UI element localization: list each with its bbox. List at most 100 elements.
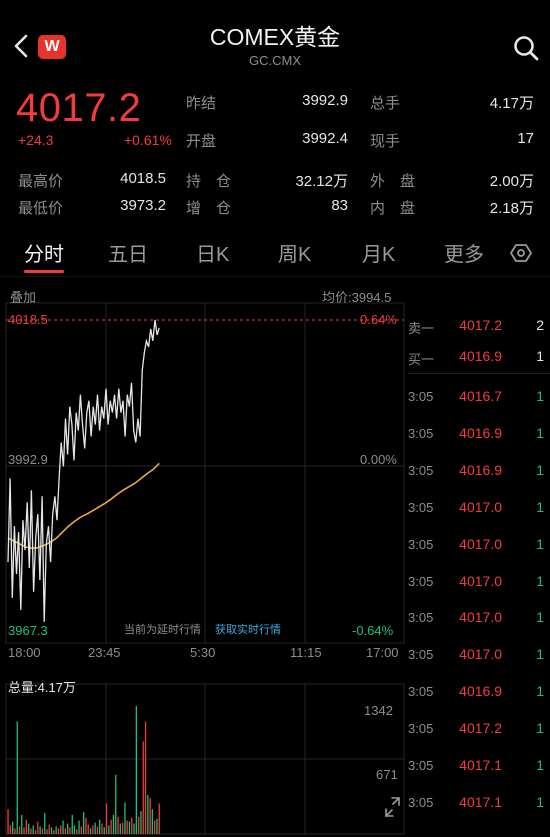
chart-high-label: 4018.5 bbox=[8, 312, 48, 327]
tab-weekly-k[interactable]: 周K bbox=[278, 238, 311, 267]
volume-bar bbox=[25, 819, 27, 834]
tab-more[interactable]: 更多 bbox=[444, 238, 484, 267]
volume-bar bbox=[87, 824, 89, 834]
stat-label-open-interest: 持 仓 bbox=[186, 173, 232, 190]
bid-qty: 1 bbox=[536, 348, 544, 364]
volume-bar bbox=[126, 820, 128, 834]
volume-bar bbox=[83, 812, 85, 834]
trade-qty: 1 bbox=[536, 425, 544, 441]
volume-bar bbox=[142, 741, 144, 834]
stat-label-high: 最高价 bbox=[18, 173, 64, 190]
volume-bar bbox=[135, 706, 137, 834]
stat-label-open: 开盘 bbox=[186, 133, 217, 150]
settings-hexagon-icon[interactable] bbox=[510, 242, 532, 264]
volume-bar bbox=[64, 828, 66, 834]
price-change-percent: +0.61% bbox=[124, 132, 172, 148]
trade-qty: 1 bbox=[536, 609, 544, 625]
price-line-path bbox=[7, 319, 160, 622]
realtime-quote-link[interactable]: 获取实时行情 bbox=[215, 621, 281, 637]
time-tick-2: 23:45 bbox=[88, 645, 121, 660]
stat-value-inner: 2.18万 bbox=[489, 200, 534, 217]
volume-bar bbox=[124, 802, 126, 834]
trade-price: 4016.7 bbox=[459, 388, 502, 404]
volume-bar bbox=[119, 823, 121, 834]
page-title: COMEX黄金 bbox=[209, 24, 341, 50]
trade-qty: 1 bbox=[536, 499, 544, 515]
volume-bar bbox=[156, 818, 158, 834]
chart-high-pct: 0.64% bbox=[360, 312, 397, 327]
price-grid bbox=[5, 302, 405, 835]
stat-label-prev-settle: 昨结 bbox=[186, 95, 217, 112]
bid-label: 买一 bbox=[408, 352, 435, 367]
tab-monthly-k[interactable]: 月K bbox=[362, 238, 395, 267]
stat-value-high: 4018.5 bbox=[120, 170, 166, 187]
stat-label-inner: 内 盘 bbox=[370, 200, 416, 217]
volume-bar bbox=[101, 823, 103, 834]
volume-bar bbox=[60, 825, 62, 834]
tab-five-day[interactable]: 五日 bbox=[108, 238, 148, 267]
trade-time: 3:05 bbox=[408, 795, 434, 810]
trade-price: 4017.0 bbox=[459, 646, 502, 662]
stat-label-outer: 外 盘 bbox=[370, 173, 416, 190]
last-price: 4017.2 bbox=[16, 86, 142, 130]
volume-bar bbox=[67, 823, 69, 834]
trade-qty: 1 bbox=[536, 388, 544, 404]
volume-bar bbox=[37, 821, 39, 834]
delay-notice: 当前为延时行情 bbox=[124, 624, 201, 636]
stat-value-prev-settle: 3992.9 bbox=[302, 92, 348, 109]
volume-bar bbox=[76, 829, 78, 834]
tab-daily-k[interactable]: 日K bbox=[196, 238, 229, 267]
ask-label: 卖一 bbox=[408, 321, 435, 336]
volume-bar bbox=[133, 823, 135, 834]
price-line bbox=[7, 319, 160, 622]
chart-low-label: 3967.3 bbox=[8, 623, 48, 638]
trade-qty: 1 bbox=[536, 462, 544, 478]
trade-time: 3:05 bbox=[408, 463, 434, 478]
volume-bar bbox=[30, 828, 32, 834]
trade-price: 4016.9 bbox=[459, 425, 502, 441]
time-tick-5: 17:00 bbox=[366, 645, 399, 660]
stat-value-total-volume: 4.17万 bbox=[489, 95, 534, 112]
expand-icon[interactable] bbox=[385, 797, 400, 817]
trade-time: 3:05 bbox=[408, 500, 434, 515]
volume-bar bbox=[12, 821, 14, 834]
volume-max-label: 1342 bbox=[364, 703, 393, 718]
volume-bar bbox=[112, 814, 115, 834]
trade-price: 4017.2 bbox=[459, 720, 502, 736]
stat-value-open-interest: 32.12万 bbox=[295, 173, 348, 190]
volume-bar bbox=[128, 821, 131, 834]
price-change: +24.3 bbox=[18, 132, 54, 148]
volume-bar bbox=[41, 828, 44, 834]
stat-label-oi-change: 增 仓 bbox=[186, 200, 232, 217]
trade-time: 3:05 bbox=[408, 389, 434, 404]
trade-qty: 1 bbox=[536, 683, 544, 699]
volume-bar bbox=[44, 813, 46, 834]
trade-time: 3:05 bbox=[408, 758, 434, 773]
volume-bar bbox=[96, 826, 99, 834]
search-icon[interactable] bbox=[512, 34, 540, 62]
overlay-button[interactable]: 叠加 bbox=[10, 287, 36, 306]
volume-bar bbox=[16, 721, 18, 834]
stat-label-current-volume: 现手 bbox=[370, 133, 401, 150]
volume-bar bbox=[28, 823, 30, 834]
volume-bar bbox=[21, 814, 23, 834]
trade-price: 4016.9 bbox=[459, 462, 502, 478]
volume-bar bbox=[117, 816, 119, 834]
tab-intraday[interactable]: 分时 bbox=[24, 238, 64, 267]
trade-time: 3:05 bbox=[408, 721, 434, 736]
trade-price: 4017.0 bbox=[459, 499, 502, 515]
trade-qty: 1 bbox=[536, 720, 544, 736]
trade-qty: 1 bbox=[536, 573, 544, 589]
stat-label-total-volume: 总手 bbox=[370, 95, 401, 112]
volume-bars bbox=[7, 706, 160, 834]
trade-price: 4017.0 bbox=[459, 609, 502, 625]
volume-bar bbox=[78, 820, 80, 834]
volume-bar bbox=[99, 819, 101, 834]
trade-time: 3:05 bbox=[408, 537, 434, 552]
volume-bar bbox=[57, 828, 60, 834]
trade-qty: 1 bbox=[536, 646, 544, 662]
volume-bar bbox=[50, 827, 53, 834]
symbol-code: GC.CMX bbox=[249, 53, 301, 68]
volume-bar bbox=[53, 830, 55, 834]
volume-bar bbox=[39, 826, 41, 834]
